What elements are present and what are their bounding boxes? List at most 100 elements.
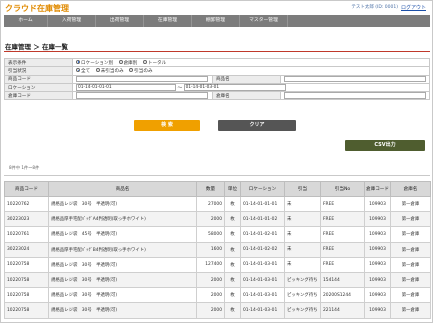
cell-product-name: 規格品レジ袋 30号 半透明(可) [48,271,197,289]
product-name-input[interactable] [284,75,426,83]
nav-master[interactable]: マスター管理 [240,15,288,27]
reserve-unallocated-radio[interactable]: 未引当のみ [95,67,124,74]
warehouse-code-cell [72,91,213,101]
location-range-cell: 01-14-01-01-01 ～ 01-14-01-03-01 [72,82,430,93]
table-row[interactable]: 10220758 規格品レジ袋 30号 半透明(可) 2000 枚 01-14-01-0… [4,271,431,289]
display-by-location-radio[interactable]: ロケーション別 [76,59,113,66]
cell-warehouse-code: 109903 [364,241,391,258]
clear-button[interactable]: クリア [218,120,296,131]
reserve-allocated-radio[interactable]: 引当のみ [129,67,153,74]
cell-quantity: 2000 [196,287,225,304]
reserve-status-label: 引当状況 [3,66,74,76]
table-row[interactable]: 10220758 規格品レジ袋 30号 半透明(可) 127400 枚 01-14-01… [4,256,431,273]
nav-home[interactable]: ホーム [4,15,48,27]
cell-reserve: ピッキング待ち [284,302,321,319]
logout-link[interactable]: ログアウト [401,4,426,11]
radio-icon [118,59,123,64]
nav-stocktaking[interactable]: 棚卸管理 [192,15,240,27]
cell-quantity: 27000 [196,195,225,213]
table-row[interactable]: 10220761 規格品レジ袋 45号 半透明(可) 58000 枚 01-14-01-… [4,226,431,243]
cell-unit: 枚 [224,287,241,304]
nav-shipping[interactable]: 出荷管理 [96,15,144,27]
cell-product-code: 30223024 [4,241,49,258]
product-code-input[interactable] [76,75,209,83]
list-divider [4,175,430,176]
radio-icon [142,59,147,64]
nav-inventory[interactable]: 在庫管理 [144,15,192,27]
cell-reserve-no: 154144 [320,271,365,289]
location-from-input[interactable]: 01-14-01-01-01 [76,84,177,91]
main-nav: ホーム 入荷管理 出荷管理 在庫管理 棚卸管理 マスター管理 [4,15,430,27]
cell-warehouse-code: 109903 [364,302,391,319]
app-logo[interactable]: クラウド在庫管理 [5,3,69,14]
cell-product-name: 規格品レジ袋 30号 半透明(可) [48,287,197,304]
csv-export-button[interactable]: CSV出力 [345,140,425,151]
title-divider [4,51,430,52]
range-separator: ～ [177,85,183,91]
col-reserve[interactable]: 引当 [284,181,321,197]
location-to-input[interactable]: 01-14-01-03-01 [183,84,286,91]
col-warehouse-code[interactable]: 倉庫コード [364,181,391,197]
cell-warehouse-name: 第一倉庫 [390,226,431,243]
cell-product-name: 規格品レジ袋 30号 半透明(可) [48,195,197,213]
cell-unit: 枚 [224,195,241,213]
reserve-all-radio[interactable]: 全て [76,67,90,74]
col-unit[interactable]: 単位 [224,181,241,197]
cell-warehouse-code: 109903 [364,287,391,304]
cell-warehouse-name: 第一倉庫 [390,195,431,213]
col-product-name[interactable]: 商品名 [48,181,197,197]
cell-reserve: 未 [284,211,321,228]
table-row[interactable]: 10220758 規格品レジ袋 30号 半透明(可) 2000 枚 01-14-01-0… [4,287,431,304]
col-product-code[interactable]: 商品コード [4,181,49,197]
table-row[interactable]: 30223023 規格品厚手宅配ﾊﾞｯｸﾞA4判透明(取っ手ホワイト) 2000 枚 0… [4,211,431,228]
cell-reserve-no: FREE [320,256,365,273]
cell-unit: 枚 [224,211,241,228]
cell-reserve-no: FREE [320,226,365,243]
cell-warehouse-code: 109903 [364,195,391,213]
cell-product-name: 規格品厚手宅配ﾊﾞｯｸﾞA4判透明(取っ手ホワイト) [48,211,197,228]
top-bar: クラウド在庫管理 テスト太郎 (ID: 0001) ログアウト [1,1,432,14]
cell-quantity: 2000 [196,302,225,319]
cell-unit: 枚 [224,226,241,243]
warehouse-code-input[interactable] [76,92,209,99]
cell-warehouse-code: 109903 [364,256,391,273]
table-row[interactable]: 10220762 規格品レジ袋 30号 半透明(可) 27000 枚 01-14-01-… [4,195,431,213]
cell-product-code: 10220758 [4,302,49,319]
radio-selected-icon [76,67,81,72]
display-total-radio[interactable]: トータル [142,59,166,66]
radio-icon [129,67,134,72]
cell-quantity: 58000 [196,226,225,243]
warehouse-code-label: 倉庫コード [3,91,74,101]
col-warehouse-name[interactable]: 倉庫名 [390,181,431,197]
display-by-warehouse-radio[interactable]: 倉庫別 [118,59,137,66]
page-title: 在庫管理 ＞ 在庫一覧 [5,43,69,51]
table-row[interactable]: 10220758 規格品レジ袋 30号 半透明(可) 2000 枚 01-14-01-0… [4,302,431,319]
search-button[interactable]: 検 索 [134,120,200,131]
table-row[interactable]: 30223024 規格品厚手宅配ﾊﾞｯｸﾞB4判透明(取っ手ホワイト) 1600 枚 0… [4,241,431,258]
cell-warehouse-name: 第一倉庫 [390,211,431,228]
cell-warehouse-name: 第一倉庫 [390,287,431,304]
cell-reserve-no: 20200S1244 [320,287,365,304]
cell-product-name: 規格品厚手宅配ﾊﾞｯｸﾞB4判透明(取っ手ホワイト) [48,241,197,258]
col-reserve-no[interactable]: 引当No [320,181,365,197]
cell-quantity: 2000 [196,211,225,228]
cell-warehouse-name: 第一倉庫 [390,271,431,289]
cell-reserve: ピッキング待ち [284,287,321,304]
display-condition-label: 表示条件 [3,57,74,68]
nav-receiving[interactable]: 入荷管理 [48,15,96,27]
cell-warehouse-name: 第一倉庫 [390,241,431,258]
cell-warehouse-name: 第一倉庫 [390,302,431,319]
cell-location: 01-14-01-02-02 [240,241,285,258]
warehouse-name-input[interactable] [284,92,426,99]
col-location[interactable]: ロケーション [240,181,285,197]
table-header-row: 商品コード 商品名 数量 単位 ロケーション 引当 引当No 倉庫コード 倉庫名 [4,181,431,197]
cell-product-code: 10220758 [4,271,49,289]
product-code-label: 商品コード [3,74,74,84]
cell-quantity: 1600 [196,241,225,258]
cell-warehouse-code: 109903 [364,271,391,289]
app-window: クラウド在庫管理 テスト太郎 (ID: 0001) ログアウト ホーム 入荷管理… [0,0,433,323]
cell-product-code: 10220761 [4,226,49,243]
col-quantity[interactable]: 数量 [196,181,225,197]
cell-unit: 枚 [224,256,241,273]
cell-reserve-no: FREE [320,211,365,228]
